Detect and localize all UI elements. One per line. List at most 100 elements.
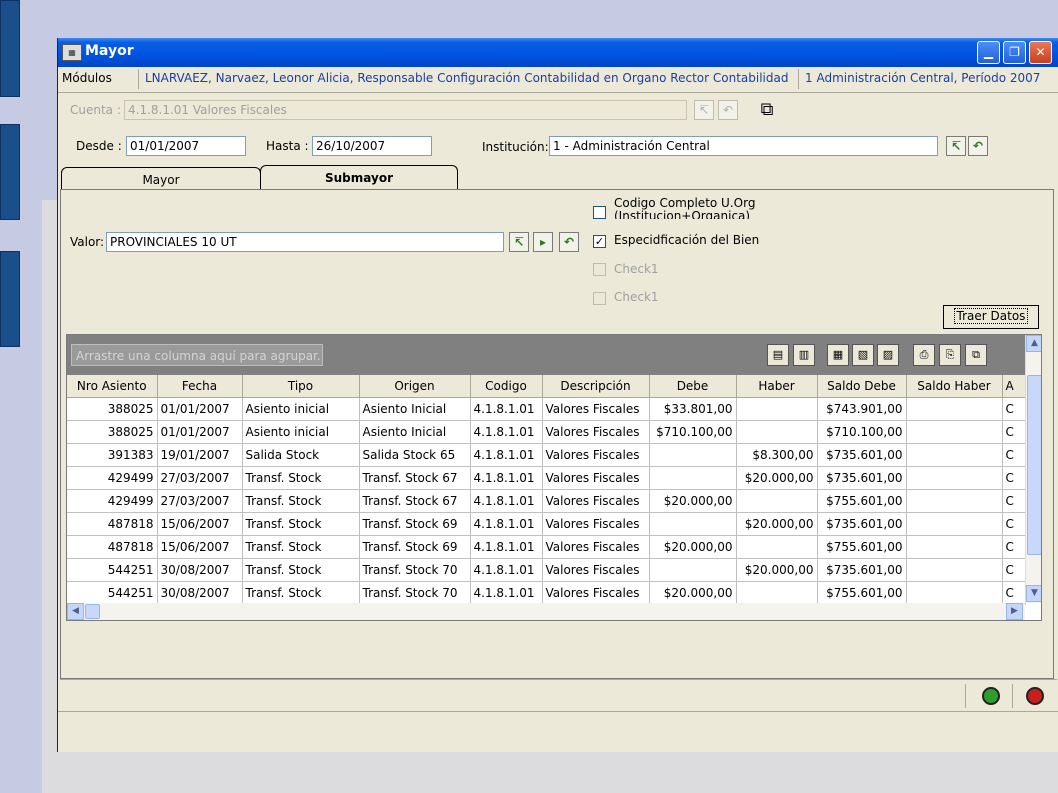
grid-grouping-icon[interactable]: ▧ bbox=[852, 344, 874, 366]
hasta-field[interactable]: 26/10/2007 bbox=[312, 136, 432, 156]
table-cell bbox=[906, 512, 1003, 536]
table-row[interactable]: 388025 01/01/2007 Asiento inicial Asiento I… bbox=[67, 397, 1026, 421]
codigo-completo-checkbox[interactable] bbox=[593, 206, 606, 219]
modules-label[interactable]: Módulos bbox=[62, 71, 112, 85]
institucion-field[interactable]: 1 - Administración Central bbox=[549, 136, 938, 156]
institucion-undo-icon[interactable]: ↶ bbox=[968, 136, 988, 156]
traer-datos-button[interactable]: Traer Datos bbox=[943, 305, 1039, 329]
tab-submayor[interactable]: Submayor bbox=[260, 165, 458, 190]
table-cell: Valores Fiscales bbox=[542, 558, 650, 582]
column-header[interactable]: Debe bbox=[649, 375, 737, 398]
table-cell: Valores Fiscales bbox=[542, 581, 650, 605]
cuenta-field[interactable]: 4.1.8.1.01 Valores Fiscales bbox=[124, 100, 687, 120]
especificacion-label: Especidficación del Bien bbox=[614, 233, 760, 247]
group-by-area[interactable]: Arrastre una columna aquí para agrupar. … bbox=[67, 335, 1025, 375]
copy-icon[interactable]: ⧉ bbox=[965, 344, 987, 366]
ok-status-icon[interactable] bbox=[982, 687, 1000, 705]
data-grid: Arrastre una columna aquí para agrupar. … bbox=[66, 334, 1042, 621]
separator bbox=[798, 69, 799, 89]
table-cell: Valores Fiscales bbox=[542, 512, 650, 536]
table-cell: $8.300,00 bbox=[736, 443, 818, 467]
column-header[interactable]: Codigo bbox=[470, 375, 543, 398]
valor-next-icon[interactable]: ▸ bbox=[533, 232, 553, 252]
table-cell bbox=[649, 558, 737, 582]
check1-checkbox[interactable] bbox=[593, 263, 606, 276]
table-row[interactable]: 388025 01/01/2007 Asiento inicial Asiento I… bbox=[67, 420, 1026, 444]
valor-field[interactable]: PROVINCIALES 10 UT bbox=[106, 232, 504, 252]
table-cell: Asiento Inicial bbox=[359, 420, 471, 444]
maximize-button[interactable]: ❐ bbox=[1003, 41, 1026, 64]
table-row[interactable]: 544251 30/08/2007 Transf. Stock Transf. Sto… bbox=[67, 581, 1026, 605]
cuenta-copy-icon[interactable]: ⧉ bbox=[755, 98, 779, 122]
column-header[interactable]: Tipo bbox=[242, 375, 360, 398]
table-cell: 27/03/2007 bbox=[157, 489, 243, 513]
grid-layout-icon[interactable]: ▨ bbox=[877, 344, 899, 366]
cuenta-search-icon[interactable]: ↸ bbox=[694, 100, 714, 120]
title-bar[interactable]: ▦ Mayor ▁ ❐ ✕ bbox=[58, 38, 1058, 67]
check1-second-label: Check1 bbox=[614, 290, 659, 304]
table-cell: $710.100,00 bbox=[817, 420, 907, 444]
column-header[interactable]: A bbox=[1002, 375, 1026, 398]
codigo-completo-label: Codigo Completo U.Org (Institucion+Organ… bbox=[614, 197, 756, 219]
table-cell: 4.1.8.1.01 bbox=[470, 512, 543, 536]
vertical-scrollbar[interactable]: ▲ ▼ bbox=[1025, 335, 1041, 603]
table-cell: 388025 bbox=[67, 420, 158, 444]
grid-export-icon[interactable]: ▤ bbox=[767, 344, 789, 366]
table-cell bbox=[649, 466, 737, 490]
vertical-scroll-thumb[interactable] bbox=[1027, 375, 1041, 555]
table-row[interactable]: 429499 27/03/2007 Transf. Stock Transf. Sto… bbox=[67, 466, 1026, 490]
table-cell: 4.1.8.1.01 bbox=[470, 466, 543, 490]
print-preview-icon[interactable]: ⎘ bbox=[939, 344, 961, 366]
table-cell bbox=[736, 397, 818, 421]
horizontal-scroll-thumb[interactable] bbox=[85, 604, 100, 619]
scroll-up-icon[interactable]: ▲ bbox=[1026, 335, 1041, 352]
table-cell: Valores Fiscales bbox=[542, 443, 650, 467]
column-header[interactable]: Origen bbox=[359, 375, 471, 398]
window-title: Mayor bbox=[85, 43, 134, 59]
table-cell: 429499 bbox=[67, 489, 158, 513]
grid-columns-icon[interactable]: ▦ bbox=[827, 344, 849, 366]
user-info: LNARVAEZ, Narvaez, Leonor Alicia, Respon… bbox=[145, 71, 789, 85]
table-cell: $743.901,00 bbox=[817, 397, 907, 421]
column-header[interactable]: Nro Asiento bbox=[67, 375, 158, 398]
stop-status-icon[interactable] bbox=[1026, 687, 1044, 705]
institucion-search-icon[interactable]: ↸ bbox=[946, 136, 966, 156]
column-header[interactable]: Saldo Debe bbox=[817, 375, 907, 398]
check1-label: Check1 bbox=[614, 262, 659, 276]
column-header[interactable]: Saldo Haber bbox=[906, 375, 1003, 398]
print-icon[interactable]: ⎙ bbox=[913, 344, 935, 366]
table-cell: C bbox=[1002, 443, 1026, 467]
scroll-down-icon[interactable]: ▼ bbox=[1026, 585, 1041, 602]
table-cell: 4.1.8.1.01 bbox=[470, 397, 543, 421]
table-cell: 388025 bbox=[67, 397, 158, 421]
scroll-right-icon[interactable]: ▶ bbox=[1006, 603, 1023, 620]
minimize-button[interactable]: ▁ bbox=[977, 41, 1000, 64]
table-row[interactable]: 429499 27/03/2007 Transf. Stock Transf. Sto… bbox=[67, 489, 1026, 513]
valor-undo-icon[interactable]: ↶ bbox=[559, 232, 579, 252]
valor-search-icon[interactable]: ↸ bbox=[509, 232, 529, 252]
table-row[interactable]: 391383 19/01/2007 Salida Stock Salida Stock… bbox=[67, 443, 1026, 467]
table-cell: $20.000,00 bbox=[649, 581, 737, 605]
table-cell: Transf. Stock bbox=[242, 558, 360, 582]
table-cell: 4.1.8.1.01 bbox=[470, 443, 543, 467]
scroll-left-icon[interactable]: ◀ bbox=[67, 603, 84, 620]
column-header[interactable]: Fecha bbox=[157, 375, 243, 398]
table-cell: 544251 bbox=[67, 558, 158, 582]
table-cell bbox=[906, 443, 1003, 467]
check1-second-checkbox[interactable] bbox=[593, 292, 606, 305]
table-row[interactable]: 487818 15/06/2007 Transf. Stock Transf. Sto… bbox=[67, 512, 1026, 536]
close-button[interactable]: ✕ bbox=[1029, 41, 1052, 64]
desde-field[interactable]: 01/01/2007 bbox=[126, 136, 246, 156]
table-row[interactable]: 487818 15/06/2007 Transf. Stock Transf. Sto… bbox=[67, 535, 1026, 559]
table-cell: $20.000,00 bbox=[649, 489, 737, 513]
grid-filter-icon[interactable]: ▥ bbox=[793, 344, 815, 366]
table-cell: $755.601,00 bbox=[817, 489, 907, 513]
cuenta-undo-icon[interactable]: ↶ bbox=[718, 100, 738, 120]
table-cell: $20.000,00 bbox=[736, 512, 818, 536]
column-header[interactable]: Descripción bbox=[542, 375, 650, 398]
side-tab bbox=[0, 251, 20, 347]
column-header[interactable]: Haber bbox=[736, 375, 818, 398]
table-row[interactable]: 544251 30/08/2007 Transf. Stock Transf. Sto… bbox=[67, 558, 1026, 582]
especificacion-checkbox[interactable]: ✓ bbox=[593, 235, 606, 248]
horizontal-scrollbar[interactable]: ◀ ▶ bbox=[67, 603, 1025, 620]
